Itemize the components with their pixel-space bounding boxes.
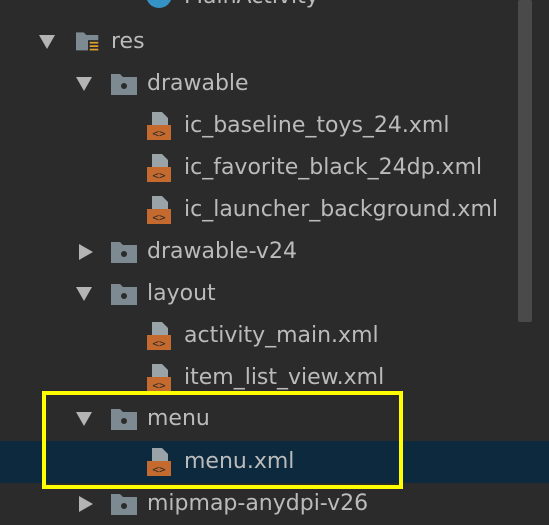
- xml-file-icon: <>: [147, 154, 171, 182]
- folder-icon: [111, 284, 137, 305]
- folder-icon: [111, 242, 137, 263]
- xml-file-icon: <>: [147, 322, 171, 350]
- tree-item-label: drawable: [147, 71, 249, 96]
- tree-item-file[interactable]: <> ic_baseline_toys_24.xml: [0, 105, 549, 147]
- tree-item-mainactivity[interactable]: C MainActivity: [0, 0, 549, 18]
- highlight-box: [42, 391, 403, 489]
- vertical-scrollbar[interactable]: [518, 0, 532, 322]
- svg-text:<>: <>: [152, 169, 166, 182]
- tree-item-label: ic_launcher_background.xml: [184, 197, 498, 222]
- tree-item-label: layout: [147, 281, 216, 306]
- expand-arrow-icon[interactable]: [39, 35, 55, 49]
- resource-folder-icon: [76, 32, 100, 52]
- tree-item-layout[interactable]: layout: [0, 273, 549, 315]
- tree-item-file[interactable]: <> activity_main.xml: [0, 315, 549, 357]
- tree-item-label: ic_baseline_toys_24.xml: [184, 113, 450, 138]
- tree-item-drawable-v24[interactable]: drawable-v24: [0, 231, 549, 273]
- xml-file-icon: <>: [147, 112, 171, 140]
- collapse-arrow-icon[interactable]: [79, 244, 93, 260]
- collapse-arrow-icon[interactable]: [79, 496, 93, 512]
- tree-item-label: res: [111, 29, 145, 54]
- tree-item-label: activity_main.xml: [184, 323, 379, 348]
- svg-text:<>: <>: [152, 337, 166, 350]
- tree-item-file[interactable]: <> ic_launcher_background.xml: [0, 189, 549, 231]
- svg-text:<>: <>: [152, 127, 166, 140]
- expand-arrow-icon[interactable]: [76, 77, 92, 91]
- expand-arrow-icon[interactable]: [76, 287, 92, 301]
- tree-item-res[interactable]: res: [0, 21, 549, 63]
- tree-item-label: ic_favorite_black_24dp.xml: [184, 155, 483, 180]
- kotlin-class-icon: C: [146, 0, 172, 8]
- svg-text:<>: <>: [152, 211, 166, 224]
- tree-item-label: drawable-v24: [147, 239, 297, 264]
- xml-file-icon: <>: [147, 364, 171, 392]
- tree-item-drawable[interactable]: drawable: [0, 63, 549, 105]
- folder-icon: [111, 494, 137, 515]
- tree-item-label: MainActivity: [184, 0, 319, 18]
- folder-icon: [111, 74, 137, 95]
- tree-item-file[interactable]: <> ic_favorite_black_24dp.xml: [0, 147, 549, 189]
- tree-item-mipmap-anydpi-v26[interactable]: mipmap-anydpi-v26: [0, 483, 549, 525]
- xml-file-icon: <>: [147, 196, 171, 224]
- tree-item-label: mipmap-anydpi-v26: [147, 491, 369, 516]
